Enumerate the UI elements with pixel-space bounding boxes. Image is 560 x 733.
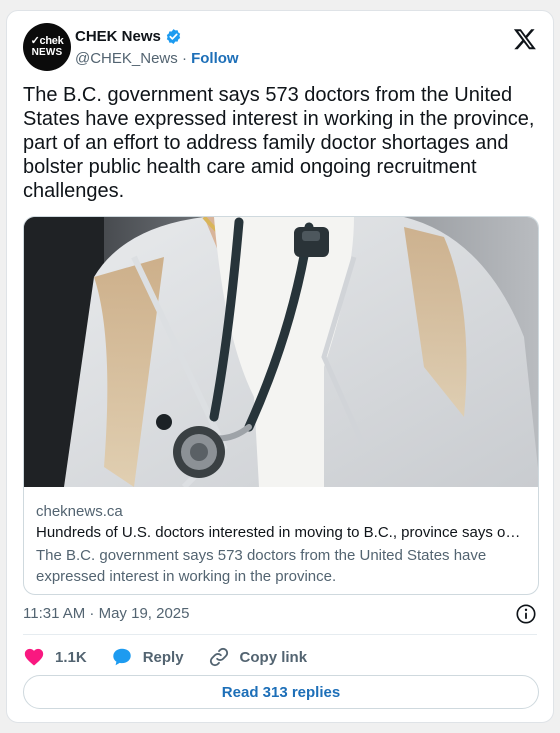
link-icon (209, 647, 228, 667)
author-name[interactable]: CHEK News (75, 28, 161, 45)
avatar-text-line2: NEWS (31, 47, 63, 58)
checkmark-icon: ✓ (30, 35, 40, 47)
tweet-embed-card: ✓chek NEWS CHEK News @CHEK_News · Follow… (6, 10, 554, 723)
link-domain: cheknews.ca (36, 503, 123, 520)
avatar-text-line1: chek (39, 35, 64, 47)
link-preview-card[interactable]: cheknews.ca Hundreds of U.S. doctors int… (23, 216, 539, 595)
copy-link-label: Copy link (239, 648, 308, 666)
reply-label: Reply (142, 648, 184, 666)
like-button[interactable]: 1.1K (23, 646, 87, 668)
x-logo-icon[interactable] (513, 27, 537, 51)
read-replies-button[interactable]: Read 313 replies (23, 675, 539, 709)
verified-badge-icon (166, 29, 181, 44)
divider (23, 634, 537, 635)
handle-row: @CHEK_News · Follow (75, 50, 239, 67)
article-image (24, 217, 538, 487)
info-icon[interactable] (515, 603, 537, 625)
author-handle[interactable]: @CHEK_News (75, 50, 178, 67)
avatar[interactable]: ✓chek NEWS (23, 23, 71, 71)
author-name-row: CHEK News (75, 28, 182, 45)
follow-link[interactable]: Follow (191, 50, 239, 67)
link-description: The B.C. government says 573 doctors fro… (36, 547, 487, 585)
speech-bubble-icon (112, 648, 131, 666)
tweet-text: The B.C. government says 573 doctors fro… (23, 84, 535, 202)
action-bar: 1.1K Reply Copy link (23, 645, 331, 669)
link-title: Hundreds of U.S. doctors interested in m… (36, 524, 521, 541)
reply-button[interactable]: Reply (111, 646, 184, 668)
heart-icon (24, 648, 44, 666)
copy-link-button[interactable]: Copy link (208, 646, 308, 668)
timestamp[interactable]: 11:31 AM · May 19, 2025 (23, 605, 190, 622)
separator: · (181, 50, 187, 67)
likes-count: 1.1K (55, 648, 87, 666)
